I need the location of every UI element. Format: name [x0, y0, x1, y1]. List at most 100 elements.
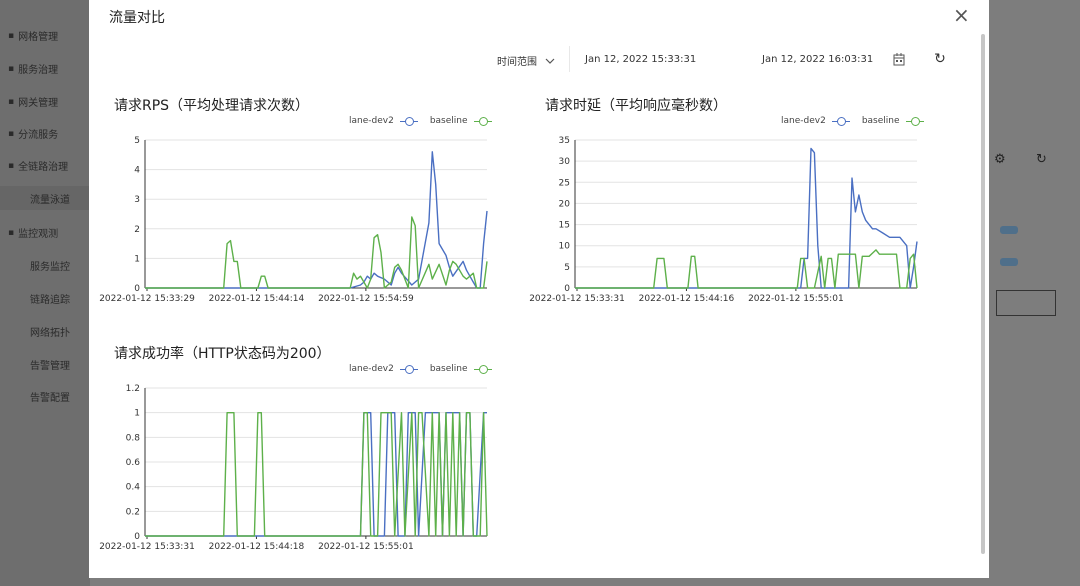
- y-tick-label: 4: [134, 166, 140, 176]
- chart-title: 请求成功率（HTTP状态码为200）: [114, 346, 331, 362]
- x-tick-label: 2022-01-12 15:33:31: [529, 294, 625, 304]
- sidebar-item-label: 全链路治理: [18, 162, 69, 173]
- chart-legend: lane-dev2 baseline: [349, 116, 492, 126]
- sidebar-item[interactable]: ▪ 监控观测: [8, 225, 59, 241]
- sidebar-item-label: 告警管理: [30, 361, 70, 372]
- sidebar-item[interactable]: ▪ 分流服务: [8, 126, 59, 142]
- chart-legend: lane-dev2 baseline: [781, 116, 924, 126]
- series-line-baseline: [145, 412, 488, 537]
- series-line-baseline: [145, 216, 488, 289]
- x-tick-label: 2022-01-12 15:44:16: [639, 294, 735, 304]
- sidebar-item-label: 流量泳道: [30, 194, 70, 206]
- legend-marker: [473, 364, 492, 374]
- sidebar-item[interactable]: ▪ 服务治理: [8, 61, 59, 77]
- y-tick-label: 10: [559, 242, 571, 252]
- legend-marker: [905, 116, 924, 126]
- service-icon: ▪: [8, 63, 15, 74]
- legend-marker: [399, 364, 418, 374]
- sidebar-item[interactable]: 告警配置: [30, 389, 70, 404]
- y-tick-label: 0: [564, 284, 570, 294]
- y-tick-label: 35: [559, 136, 570, 146]
- sidebar-item-label: 分流服务: [18, 130, 59, 141]
- close-icon[interactable]: ×: [953, 5, 970, 25]
- sidebar: ▪ 网格管理 ▪ 服务治理 ▪ 网关管理 ▪ 分流服务 ▪ 全链路治理 流量泳道 ▪ 监控观测 服务监控链…: [0, 0, 90, 586]
- traffic-compare-dialog: 流量对比 × 时间范围 Jan 12, 2022 15:33:31 Jan 12…: [89, 0, 989, 578]
- legend-label: baseline: [429, 116, 468, 126]
- sidebar-item-label: 链路追踪: [30, 295, 70, 306]
- y-tick-label: 25: [559, 178, 570, 188]
- chevron-down-icon: [545, 58, 555, 64]
- chart-title: 请求RPS（平均处理请求次数）: [114, 98, 310, 114]
- x-tick-label: 2022-01-12 15:54:59: [318, 294, 414, 304]
- legend-marker: [399, 116, 418, 126]
- x-tick-label: 2022-01-12 15:55:01: [748, 294, 844, 304]
- chart-title: 请求时延（平均响应毫秒数）: [545, 98, 727, 114]
- dialog-title: 流量对比: [109, 10, 165, 26]
- y-tick-label: 1: [134, 409, 140, 419]
- series-line-baseline: [575, 249, 918, 289]
- scrollbar[interactable]: [981, 34, 985, 554]
- sidebar-item[interactable]: 服务监控: [30, 258, 70, 273]
- y-tick-label: 1: [134, 254, 140, 264]
- sidebar-item[interactable]: 链路追踪: [30, 291, 70, 306]
- settings-icon: ⚙: [994, 152, 1006, 167]
- status-badge: [1000, 226, 1018, 234]
- legend-label: baseline: [429, 364, 468, 374]
- legend-label: baseline: [861, 116, 900, 126]
- time-range-label: 时间范围: [497, 57, 537, 68]
- y-tick-label: 0.8: [126, 433, 141, 443]
- network-icon: ▪: [8, 160, 15, 171]
- y-tick-label: 2: [134, 225, 140, 235]
- sidebar-item[interactable]: 告警管理: [30, 357, 70, 372]
- time-range-select[interactable]: 时间范围: [497, 53, 555, 68]
- calendar-icon[interactable]: [893, 52, 905, 66]
- y-tick-label: 1.2: [126, 384, 140, 394]
- y-tick-label: 0: [134, 532, 140, 542]
- x-tick-label: 2022-01-12 15:55:01: [318, 542, 414, 552]
- sidebar-item-label: 服务治理: [18, 65, 59, 76]
- chart-icon: ▪: [8, 227, 15, 238]
- sidebar-item-label: 网格管理: [18, 32, 59, 43]
- share-icon: ▪: [8, 128, 15, 139]
- range-end-input[interactable]: Jan 12, 2022 16:03:31: [762, 54, 873, 65]
- refresh-icon: ↻: [934, 51, 946, 67]
- series-line-lane-dev2: [145, 151, 488, 289]
- gateway-icon: ▪: [8, 96, 15, 107]
- status-badge: [1000, 258, 1018, 266]
- refresh-icon: ↻: [1036, 152, 1047, 167]
- refresh-button[interactable]: ↻: [921, 44, 959, 74]
- y-tick-label: 5: [564, 263, 570, 273]
- x-tick-label: 2022-01-12 15:33:31: [99, 542, 195, 552]
- sidebar-item[interactable]: ▪ 网格管理: [8, 28, 59, 44]
- y-tick-label: 0.2: [126, 507, 140, 517]
- sidebar-item[interactable]: 网络拓扑: [30, 324, 70, 339]
- x-tick-label: 2022-01-12 15:33:29: [99, 294, 195, 304]
- y-tick-label: 0.6: [126, 458, 141, 468]
- legend-marker: [831, 116, 850, 126]
- x-tick-label: 2022-01-12 15:44:14: [209, 294, 305, 304]
- y-tick-label: 15: [559, 221, 570, 231]
- y-tick-label: 30: [559, 157, 571, 167]
- y-tick-label: 5: [134, 136, 140, 146]
- sidebar-item-label: 网关管理: [18, 98, 59, 109]
- sidebar-item[interactable]: 流量泳道: [0, 186, 90, 210]
- range-start-input[interactable]: Jan 12, 2022 15:33:31: [585, 54, 696, 65]
- y-tick-label: 3: [134, 195, 140, 205]
- chart-legend: lane-dev2 baseline: [349, 364, 492, 374]
- sidebar-item-label: 服务监控: [30, 262, 70, 273]
- background-input: [996, 290, 1056, 316]
- sidebar-item[interactable]: ▪ 全链路治理: [8, 158, 69, 174]
- sidebar-item[interactable]: ▪ 网关管理: [8, 94, 59, 110]
- legend-label: lane-dev2: [349, 116, 394, 126]
- sidebar-item-label: 监控观测: [18, 229, 59, 240]
- legend-label: lane-dev2: [349, 364, 394, 374]
- y-tick-label: 20: [559, 199, 571, 209]
- legend-label: lane-dev2: [781, 116, 826, 126]
- legend-marker: [473, 116, 492, 126]
- rps-chart: 0 1 2 3 4 5 2022-01-12 15:33:29 2022-01-12 15:4…: [99, 136, 488, 304]
- divider: [569, 46, 570, 72]
- y-tick-label: 0.4: [126, 483, 141, 493]
- success-rate-chart: 0 0.2 0.4 0.6 0.8 1 1.2 2022-01-12 15:33:31 2022…: [99, 384, 488, 552]
- sidebar-item-label: 告警配置: [30, 393, 70, 404]
- latency-chart: 0 5 10 15 20 25 30 35 2022-01-12 15:33:31 2022-01…: [529, 136, 918, 304]
